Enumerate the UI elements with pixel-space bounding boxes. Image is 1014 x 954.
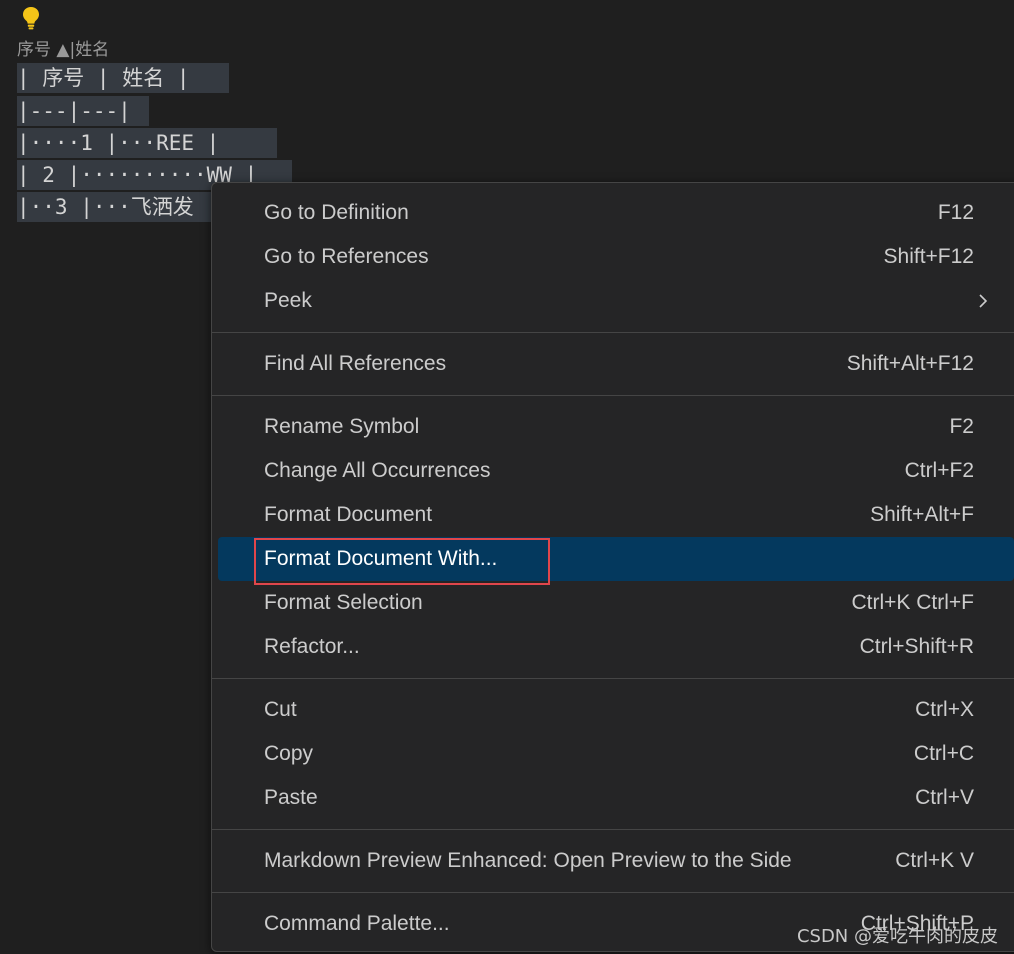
- menu-item-change-all-occurrences[interactable]: Change All Occurrences Ctrl+F2: [218, 449, 1014, 493]
- menu-item-format-document[interactable]: Format Document Shift+Alt+F: [218, 493, 1014, 537]
- menu-item-shortcut: Ctrl+X: [915, 698, 974, 721]
- editor-window: 序号 ▲|姓名 | 序号 | 姓名 | |---|---| |····1 |··…: [0, 0, 1014, 954]
- menu-separator: [212, 395, 1014, 396]
- menu-item-format-document-with[interactable]: Format Document With...: [218, 537, 1014, 581]
- menu-item-shortcut: Ctrl+Shift+R: [859, 635, 974, 658]
- chevron-right-icon: [979, 294, 988, 308]
- code-line-1[interactable]: | 序号 | 姓名 |: [17, 63, 229, 93]
- menu-item-label: Format Document: [264, 503, 433, 526]
- menu-item-label: Cut: [264, 698, 297, 721]
- menu-item-label: Find All References: [264, 352, 447, 375]
- menu-item-shortcut: Ctrl+C: [913, 742, 974, 765]
- menu-item-paste[interactable]: Paste Ctrl+V: [218, 776, 1014, 820]
- menu-item-markdown-preview[interactable]: Markdown Preview Enhanced: Open Preview …: [218, 839, 1014, 883]
- codelens-col2: 姓名: [75, 40, 110, 60]
- menu-item-shortcut: Shift+Alt+F12: [846, 352, 974, 375]
- menu-item-shortcut: Shift+F12: [883, 245, 974, 268]
- table-codelens[interactable]: 序号 ▲|姓名: [17, 38, 109, 62]
- menu-separator: [212, 678, 1014, 679]
- watermark: CSDN @爱吃牛肉的皮皮: [796, 926, 998, 947]
- menu-item-shortcut: Ctrl+K Ctrl+F: [851, 591, 974, 614]
- code-line-5[interactable]: |··3 |···飞洒发: [17, 192, 217, 222]
- menu-item-label: Go to Definition: [264, 201, 409, 224]
- menu-item-shortcut: Ctrl+V: [915, 786, 974, 809]
- menu-item-format-selection[interactable]: Format Selection Ctrl+K Ctrl+F: [218, 581, 1014, 625]
- menu-item-rename-symbol[interactable]: Rename Symbol F2: [218, 405, 1014, 449]
- menu-item-shortcut: Shift+Alt+F: [870, 503, 974, 526]
- code-line-2[interactable]: |---|---|: [17, 96, 149, 126]
- menu-item-label: Command Palette...: [264, 912, 450, 935]
- menu-separator: [212, 829, 1014, 830]
- codelens-col1: 序号: [17, 40, 51, 60]
- menu-item-label: Refactor...: [264, 635, 360, 658]
- menu-item-go-to-definition[interactable]: Go to Definition F12: [218, 191, 1014, 235]
- menu-item-copy[interactable]: Copy Ctrl+C: [218, 732, 1014, 776]
- sort-arrow-icon: ▲: [56, 40, 70, 60]
- menu-item-label: Peek: [264, 289, 312, 312]
- context-menu: Go to Definition F12 Go to References Sh…: [211, 182, 1014, 952]
- menu-item-shortcut: F2: [949, 415, 974, 438]
- menu-item-shortcut: Ctrl+F2: [904, 459, 974, 482]
- lightbulb-icon[interactable]: [20, 5, 42, 31]
- menu-item-find-all-references[interactable]: Find All References Shift+Alt+F12: [218, 342, 1014, 386]
- menu-item-shortcut: Ctrl+K V: [895, 849, 974, 872]
- menu-item-shortcut: F12: [937, 201, 974, 224]
- menu-item-label: Copy: [264, 742, 314, 765]
- menu-item-label: Markdown Preview Enhanced: Open Preview …: [264, 849, 792, 872]
- menu-item-refactor[interactable]: Refactor... Ctrl+Shift+R: [218, 625, 1014, 669]
- menu-item-label: Go to References: [264, 245, 429, 268]
- menu-item-label: Format Selection: [264, 591, 423, 614]
- menu-item-cut[interactable]: Cut Ctrl+X: [218, 688, 1014, 732]
- menu-item-go-to-references[interactable]: Go to References Shift+F12: [218, 235, 1014, 279]
- menu-item-label: Paste: [264, 786, 318, 809]
- menu-item-label: Format Document With...: [264, 547, 498, 570]
- menu-separator: [212, 332, 1014, 333]
- menu-separator: [212, 892, 1014, 893]
- menu-item-peek[interactable]: Peek: [218, 279, 1014, 323]
- menu-item-label: Rename Symbol: [264, 415, 420, 438]
- menu-item-label: Change All Occurrences: [264, 459, 491, 482]
- code-line-3[interactable]: |····1 |···REE |: [17, 128, 277, 158]
